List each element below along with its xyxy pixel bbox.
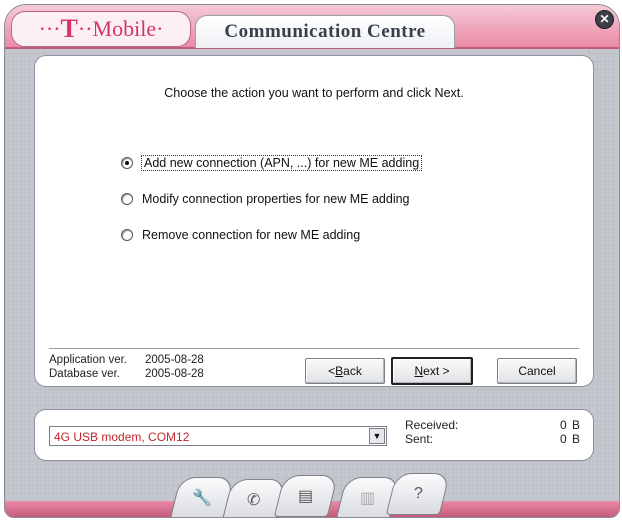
app-version-row: Application ver. 2005-08-28 <box>49 354 204 366</box>
option-label: Modify connection properties for new ME … <box>142 192 410 206</box>
sim-card-icon[interactable]: ▤ <box>273 475 339 517</box>
device-select[interactable]: 4G USB modem, COM12 ▼ <box>49 426 387 446</box>
received-value: 0 B <box>559 418 581 432</box>
option-add-connection[interactable]: Add new connection (APN, ...) for new ME… <box>121 155 423 171</box>
next-button[interactable]: Next > <box>391 357 473 385</box>
option-label: Add new connection (APN, ...) for new ME… <box>140 155 423 171</box>
divider <box>49 348 579 350</box>
logo-word: Mobile <box>92 16 157 41</box>
app-window: ··· T ·· Mobile · Communication Centre ✕… <box>4 4 620 518</box>
option-modify-connection[interactable]: Modify connection properties for new ME … <box>121 192 410 206</box>
back-rest: ack <box>343 364 362 378</box>
next-rest: ext > <box>423 364 450 378</box>
received-label: Received: <box>405 418 459 432</box>
radio-remove-connection[interactable] <box>121 229 133 241</box>
device-value: 4G USB modem, COM12 <box>54 430 190 444</box>
close-button[interactable]: ✕ <box>595 10 614 29</box>
option-remove-connection[interactable]: Remove connection for new ME adding <box>121 228 360 242</box>
back-button[interactable]: < Back <box>305 358 385 384</box>
back-prefix: < <box>328 364 336 378</box>
sent-value: 0 B <box>559 432 581 446</box>
db-version-label: Database ver. <box>49 368 120 380</box>
help-glyph: ? <box>413 485 423 502</box>
next-mnemonic: N <box>414 364 424 378</box>
instruction-text: Choose the action you want to perform an… <box>164 86 464 100</box>
db-version-value: 2005-08-28 <box>145 368 204 380</box>
cancel-button[interactable]: Cancel <box>497 358 577 384</box>
tmobile-logo: ··· T ·· Mobile · <box>11 11 191 47</box>
app-version-label: Application ver. <box>49 354 127 366</box>
sent-label: Sent: <box>405 432 434 446</box>
status-panel: 4G USB modem, COM12 ▼ Received: Sent: 0 … <box>34 409 594 461</box>
title-bar: ··· T ·· Mobile · Communication Centre ✕ <box>5 5 619 49</box>
back-mnemonic: B <box>335 364 344 378</box>
chevron-down-icon[interactable]: ▼ <box>369 428 385 444</box>
bottom-toolbar: 🔧 ✆ ▤ ▥ ? <box>5 473 619 517</box>
wizard-panel: Choose the action you want to perform an… <box>34 55 594 387</box>
radio-add-connection[interactable] <box>121 157 133 169</box>
option-label: Remove connection for new ME adding <box>142 228 361 242</box>
db-version-row: Database ver. 2005-08-28 <box>49 368 204 380</box>
help-icon[interactable]: ? <box>385 473 451 515</box>
app-version-value: 2005-08-28 <box>145 354 204 366</box>
window-title: Communication Centre <box>195 15 455 48</box>
logo-t: T <box>60 14 78 43</box>
radio-modify-connection[interactable] <box>121 193 133 205</box>
